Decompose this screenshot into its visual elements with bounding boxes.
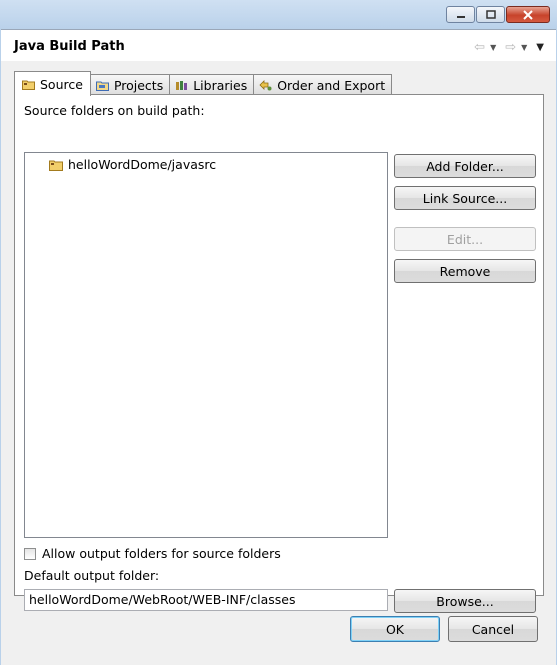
default-output-field[interactable]: helloWordDome/WebRoot/WEB-INF/classes [24,589,388,611]
source-panel: Source folders on build path: helloWordD… [14,94,544,613]
tab-projects[interactable]: Projects [89,74,171,96]
allow-output-option[interactable]: Allow output folders for source folders [24,546,281,561]
edit-button[interactable]: Edit... [394,227,536,251]
dialog-client: Java Build Path ⇦ ▼ ⇨ ▼ ▼ Source Project… [1,29,556,665]
source-folder-tree[interactable]: helloWordDome/javasrc [24,152,388,538]
source-folder-icon [22,80,35,90]
minimize-icon [456,15,465,18]
maximize-icon [485,10,496,19]
remove-button[interactable]: Remove [394,259,536,283]
window-controls [446,6,550,23]
ok-button[interactable]: OK [350,616,440,642]
tab-bar: Source Projects Libraries Order and Expo… [14,71,393,96]
tree-item-label: helloWordDome/javasrc [68,157,217,172]
page-title: Java Build Path [14,39,125,54]
back-dropdown-icon[interactable]: ▼ [490,43,496,52]
maximize-button[interactable] [476,6,505,23]
default-output-label: Default output folder: [24,568,160,583]
order-export-icon [259,80,272,91]
tab-libraries[interactable]: Libraries [169,74,255,96]
add-folder-button[interactable]: Add Folder... [394,154,536,178]
minimize-button[interactable] [446,6,475,23]
browse-button[interactable]: Browse... [394,589,536,613]
source-folder-icon [49,160,63,171]
window-frame: Java Build Path ⇦ ▼ ⇨ ▼ ▼ Source Project… [0,0,557,665]
dialog-header: Java Build Path ⇦ ▼ ⇨ ▼ ▼ [1,30,556,61]
tab-order-export[interactable]: Order and Export [253,74,393,96]
close-button[interactable] [506,6,550,23]
libraries-icon [176,81,188,90]
forward-dropdown-icon[interactable]: ▼ [521,43,527,52]
allow-output-checkbox[interactable] [24,547,36,560]
tab-libraries-label: Libraries [193,78,248,93]
back-arrow-icon[interactable]: ⇦ [474,40,485,55]
tab-source-label: Source [40,76,83,92]
tab-projects-label: Projects [113,78,164,93]
link-source-button[interactable]: Link Source... [394,186,536,210]
forward-arrow-icon[interactable]: ⇨ [505,40,516,55]
source-folders-label: Source folders on build path: [24,103,205,118]
view-menu-icon[interactable]: ▼ [536,42,544,53]
tree-item-source-folder[interactable]: helloWordDome/javasrc [49,157,216,172]
tab-order-export-label: Order and Export [277,78,386,93]
cancel-button[interactable]: Cancel [448,616,538,642]
history-nav: ⇦ ▼ ⇨ ▼ ▼ [474,40,544,55]
projects-icon [95,81,109,91]
allow-output-label: Allow output folders for source folders [42,546,281,561]
close-icon [523,9,533,20]
tab-source[interactable]: Source [14,71,91,96]
